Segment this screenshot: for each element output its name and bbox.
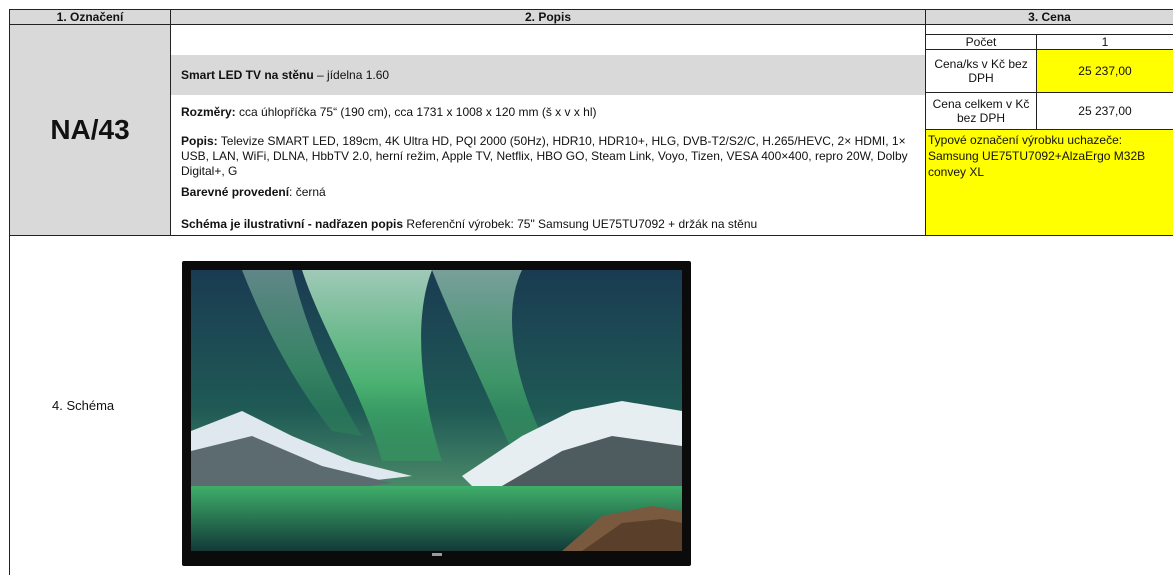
description-top-spacer xyxy=(171,25,925,55)
item-title-location: – jídelna 1.60 xyxy=(313,67,390,82)
item-title: Smart LED TV na stěnu xyxy=(181,67,314,82)
description-label: Popis: xyxy=(181,134,218,148)
schema-note-label: Schéma je ilustrativní - nadřazen popis xyxy=(181,217,404,231)
item-code: NA/43 xyxy=(50,114,130,145)
dimensions-label: Rozměry: xyxy=(181,105,236,119)
dimensions-value: cca úhlopříčka 75“ (190 cm), cca 1731 x … xyxy=(235,105,597,119)
color-value: : černá xyxy=(289,185,326,199)
bidder-product-designation: Typové označení výrobku uchazeče: Samsun… xyxy=(925,129,1173,236)
tv-screen-illustration xyxy=(191,270,682,556)
header-oznaceni: 1. Označení xyxy=(9,9,171,25)
reference-product: Referenční výrobek: 75" Samsung UE75TU70… xyxy=(403,217,758,231)
description-block: Popis: Televize SMART LED, 189cm, 4K Ult… xyxy=(181,134,911,179)
schema-label: 4. Schéma xyxy=(52,398,115,413)
dimensions-line: Rozměry: cca úhlopříčka 75“ (190 cm), cc… xyxy=(181,105,921,120)
header-cena: 3. Cena xyxy=(925,9,1173,25)
item-code-cell: NA/43 xyxy=(9,24,171,236)
header-popis: 2. Popis xyxy=(170,9,926,25)
tv-image xyxy=(182,261,691,566)
description-value: Televize SMART LED, 189cm, 4K Ultra HD, … xyxy=(181,134,908,178)
total-price-label: Cena celkem v Kč bez DPH xyxy=(925,92,1037,130)
unit-price-value: 25 237,00 xyxy=(1036,49,1173,93)
item-title-row: Smart LED TV na stěnu – jídelna 1.60 xyxy=(171,55,925,95)
color-line: Barevné provedení: černá xyxy=(181,185,921,200)
schema-note-line: Schéma je ilustrativní - nadřazen popis … xyxy=(181,217,921,232)
unit-price-label: Cena/ks v Kč bez DPH xyxy=(925,49,1037,93)
count-label: Počet xyxy=(925,34,1037,50)
description-cell: Smart LED TV na stěnu – jídelna 1.60 Roz… xyxy=(170,24,926,236)
color-label: Barevné provedení xyxy=(181,185,290,199)
count-value: 1 xyxy=(1036,34,1173,50)
total-price-value: 25 237,00 xyxy=(1036,92,1173,130)
